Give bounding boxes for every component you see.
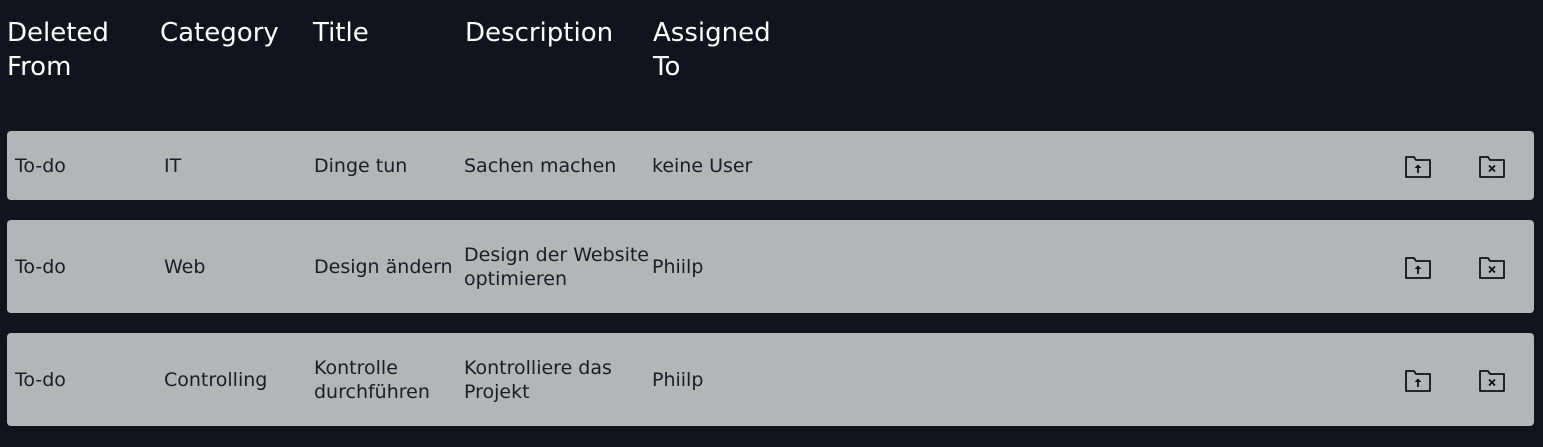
folder-restore-icon — [1405, 369, 1431, 392]
column-header-assigned-to: Assigned To — [653, 18, 771, 82]
cell-assigned-to: Phiilp — [652, 368, 704, 391]
cell-category: Web — [164, 255, 206, 278]
restore-button[interactable] — [1403, 151, 1433, 181]
cell-deleted-from: To-do — [15, 154, 66, 177]
folder-delete-icon — [1479, 369, 1505, 392]
cell-category: IT — [164, 154, 182, 177]
cell-description: Design der Website optimieren — [464, 243, 649, 290]
cell-assigned-to: Phiilp — [652, 255, 704, 278]
delete-button[interactable] — [1477, 365, 1507, 395]
cell-description: Sachen machen — [464, 154, 617, 177]
delete-button[interactable] — [1477, 151, 1507, 181]
column-header-title: Title — [313, 18, 369, 48]
table-row: To-do Web Design ändern Design der Websi… — [7, 220, 1534, 313]
cell-deleted-from: To-do — [15, 255, 66, 278]
folder-restore-icon — [1405, 155, 1431, 178]
cell-assigned-to: keine User — [652, 154, 753, 177]
cell-title: Dinge tun — [314, 154, 408, 177]
table-row: To-do Controlling Kontrolle durchführen … — [7, 333, 1534, 426]
delete-button[interactable] — [1477, 252, 1507, 282]
restore-button[interactable] — [1403, 365, 1433, 395]
cell-title: Design ändern — [314, 255, 453, 278]
cell-description: Kontrolliere das Projekt — [464, 356, 612, 403]
folder-delete-icon — [1479, 256, 1505, 279]
folder-delete-icon — [1479, 155, 1505, 178]
folder-restore-icon — [1405, 256, 1431, 279]
column-header-category: Category — [160, 18, 279, 48]
cell-title: Kontrolle durchführen — [314, 356, 430, 403]
cell-category: Controlling — [164, 368, 268, 391]
deleted-tasks-page: Deleted From Category Title Description … — [0, 0, 1543, 447]
table-header: Deleted From Category Title Description … — [0, 16, 1543, 96]
table-row: To-do IT Dinge tun Sachen machen keine U… — [7, 131, 1534, 200]
restore-button[interactable] — [1403, 252, 1433, 282]
column-header-description: Description — [465, 18, 614, 48]
column-header-deleted-from: Deleted From — [7, 18, 109, 82]
cell-deleted-from: To-do — [15, 368, 66, 391]
